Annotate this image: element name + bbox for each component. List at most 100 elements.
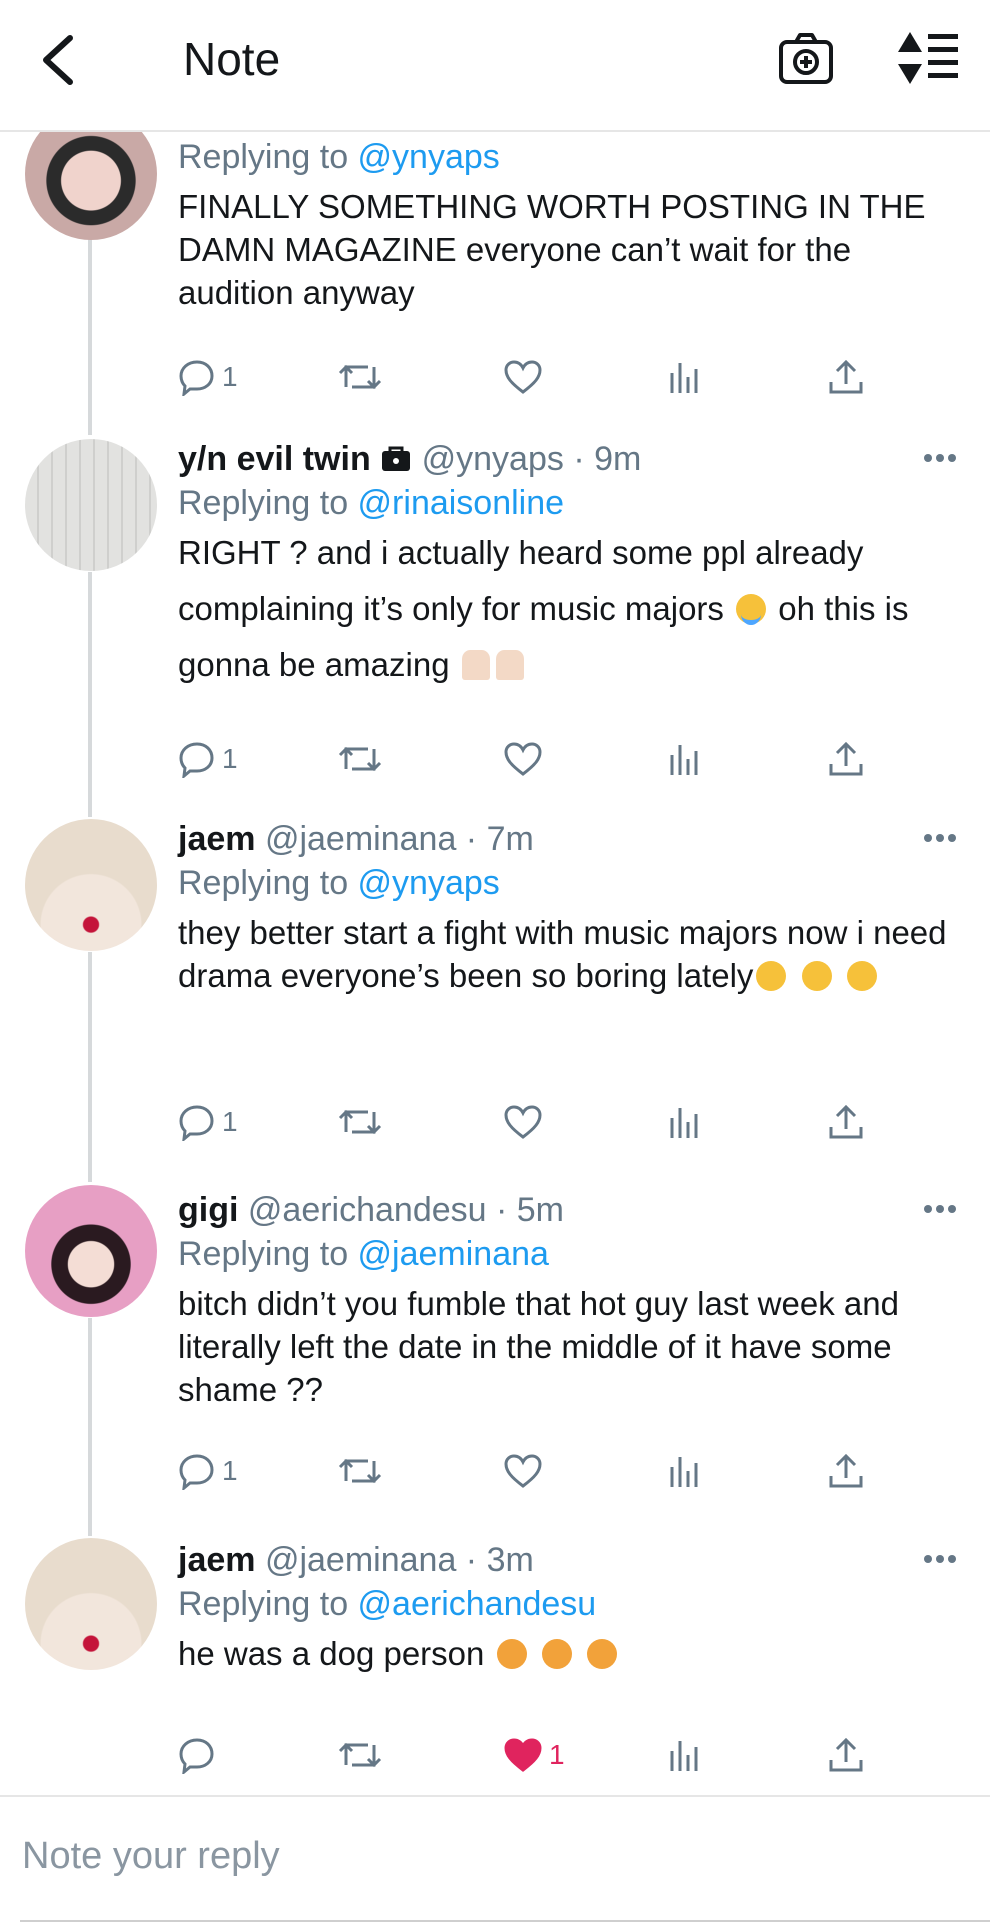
tweet-actions: 1 bbox=[178, 1446, 888, 1496]
yawning-emoji-icon bbox=[541, 1639, 572, 1669]
retweet-button[interactable] bbox=[338, 1446, 382, 1496]
tweet-header: gigi @aerichandesu · 5m bbox=[178, 1188, 960, 1232]
sort-list-icon bbox=[898, 32, 958, 84]
frown-emoji-icon bbox=[801, 961, 832, 991]
handle-time: @jaeminana · 3m bbox=[264, 1541, 534, 1579]
share-icon bbox=[829, 1737, 863, 1772]
mention-link[interactable]: @ynyaps bbox=[358, 138, 500, 176]
handle-time: @jaeminana · 7m bbox=[264, 820, 534, 858]
reply-button[interactable] bbox=[178, 1730, 216, 1780]
replying-to: Replying to @ynyaps bbox=[178, 864, 500, 902]
analytics-icon bbox=[670, 745, 698, 775]
reply-button[interactable]: 1 bbox=[178, 734, 238, 784]
tweet[interactable]: Replying to @ynyaps FINALLY SOMETHING WO… bbox=[0, 108, 990, 420]
retweet-button[interactable] bbox=[338, 1730, 382, 1780]
more-options-icon[interactable] bbox=[920, 823, 960, 853]
like-button[interactable] bbox=[503, 352, 543, 402]
reply-input[interactable] bbox=[20, 1825, 964, 1887]
mention-link[interactable]: @aerichandesu bbox=[358, 1585, 597, 1623]
tweet-actions: 1 bbox=[178, 734, 888, 784]
tweet-actions: 1 bbox=[178, 1097, 888, 1147]
reply-button[interactable]: 1 bbox=[178, 352, 238, 402]
reply-icon bbox=[179, 1454, 214, 1490]
display-name[interactable]: jaem bbox=[178, 1541, 256, 1579]
like-button[interactable] bbox=[503, 1097, 543, 1147]
handle-time: @ynyaps · 9m bbox=[421, 440, 642, 478]
mention-link[interactable]: @rinaisonline bbox=[358, 484, 565, 522]
share-icon bbox=[829, 741, 863, 776]
retweet-icon bbox=[338, 364, 382, 390]
replying-to: Replying to @ynyaps bbox=[178, 138, 500, 176]
more-options-icon[interactable] bbox=[920, 1194, 960, 1224]
reply-icon bbox=[179, 742, 214, 778]
display-name[interactable]: jaem bbox=[178, 820, 256, 858]
top-bar: Note bbox=[0, 0, 990, 132]
tweet[interactable]: jaem @jaeminana · 7m Replying to @ynyaps… bbox=[0, 817, 990, 1147]
reply-icon bbox=[179, 1738, 214, 1774]
mention-link[interactable]: @jaeminana bbox=[358, 1235, 549, 1273]
more-options-icon[interactable] bbox=[920, 1544, 960, 1574]
analytics-button[interactable] bbox=[668, 734, 702, 784]
analytics-button[interactable] bbox=[668, 1730, 702, 1780]
retweet-button[interactable] bbox=[338, 734, 382, 784]
tweet-text: he was a dog person bbox=[178, 1626, 960, 1682]
retweet-icon bbox=[338, 746, 382, 772]
tweet[interactable]: gigi @aerichandesu · 5m Replying to @jae… bbox=[0, 1185, 990, 1498]
camera-button[interactable] bbox=[778, 30, 834, 86]
folded-hands-emoji-icon bbox=[495, 650, 524, 680]
reply-icon bbox=[179, 360, 214, 396]
replying-to: Replying to @rinaisonline bbox=[178, 484, 565, 522]
frown-emoji-icon bbox=[756, 961, 787, 991]
retweet-icon bbox=[338, 1109, 382, 1135]
tweet-text: bitch didn’t you fumble that hot guy las… bbox=[178, 1285, 899, 1408]
share-button[interactable] bbox=[828, 1097, 864, 1147]
analytics-button[interactable] bbox=[668, 1446, 702, 1496]
analytics-icon bbox=[670, 1741, 698, 1771]
display-name[interactable]: y/n evil twin bbox=[178, 440, 371, 478]
avatar[interactable] bbox=[25, 1185, 157, 1317]
like-button[interactable]: 1 bbox=[503, 1730, 565, 1780]
retweet-button[interactable] bbox=[338, 352, 382, 402]
heart-filled-icon bbox=[504, 1738, 542, 1772]
tweet-header: jaem @jaeminana · 7m bbox=[178, 817, 960, 861]
retweet-button[interactable] bbox=[338, 1097, 382, 1147]
frown-emoji-icon bbox=[846, 961, 877, 991]
chevron-left-icon bbox=[43, 35, 73, 85]
yawning-emoji-icon bbox=[586, 1639, 617, 1669]
reply-composer bbox=[0, 1795, 990, 1922]
tweet[interactable]: jaem @jaeminana · 3m Replying to @aerich… bbox=[0, 1538, 990, 1788]
heart-icon bbox=[504, 742, 542, 776]
avatar[interactable] bbox=[25, 439, 157, 571]
tweet-header: y/n evil twin @ynyaps · 9m bbox=[178, 437, 960, 481]
display-name[interactable]: gigi bbox=[178, 1191, 238, 1229]
avatar[interactable] bbox=[25, 1538, 157, 1670]
tweet[interactable]: y/n evil twin @ynyaps · 9m Replying to @… bbox=[0, 437, 990, 778]
page-title: Note bbox=[183, 33, 281, 85]
tweet-text: they better start a fight with music maj… bbox=[178, 914, 947, 994]
tweet-actions: 1 bbox=[178, 1730, 888, 1780]
back-button[interactable] bbox=[34, 30, 84, 90]
like-button[interactable] bbox=[503, 1446, 543, 1496]
analytics-button[interactable] bbox=[668, 352, 702, 402]
share-button[interactable] bbox=[828, 734, 864, 784]
analytics-button[interactable] bbox=[668, 1097, 702, 1147]
replying-to: Replying to @aerichandesu bbox=[178, 1585, 597, 1623]
share-icon bbox=[829, 1453, 863, 1488]
tweet-header: jaem @jaeminana · 3m bbox=[178, 1538, 960, 1582]
share-button[interactable] bbox=[828, 1446, 864, 1496]
heart-icon bbox=[504, 1454, 542, 1488]
reply-button[interactable]: 1 bbox=[178, 1097, 238, 1147]
avatar[interactable] bbox=[25, 819, 157, 951]
sort-button[interactable] bbox=[896, 30, 960, 86]
camera-plus-icon bbox=[779, 33, 833, 84]
reply-icon bbox=[179, 1105, 214, 1141]
share-button[interactable] bbox=[828, 352, 864, 402]
heart-icon bbox=[504, 1105, 542, 1139]
tweet-text: FINALLY SOMETHING WORTH POSTING IN THE D… bbox=[178, 188, 926, 311]
reply-button[interactable]: 1 bbox=[178, 1446, 238, 1496]
share-button[interactable] bbox=[828, 1730, 864, 1780]
retweet-icon bbox=[338, 1458, 382, 1484]
like-button[interactable] bbox=[503, 734, 543, 784]
mention-link[interactable]: @ynyaps bbox=[358, 864, 500, 902]
more-options-icon[interactable] bbox=[920, 443, 960, 473]
